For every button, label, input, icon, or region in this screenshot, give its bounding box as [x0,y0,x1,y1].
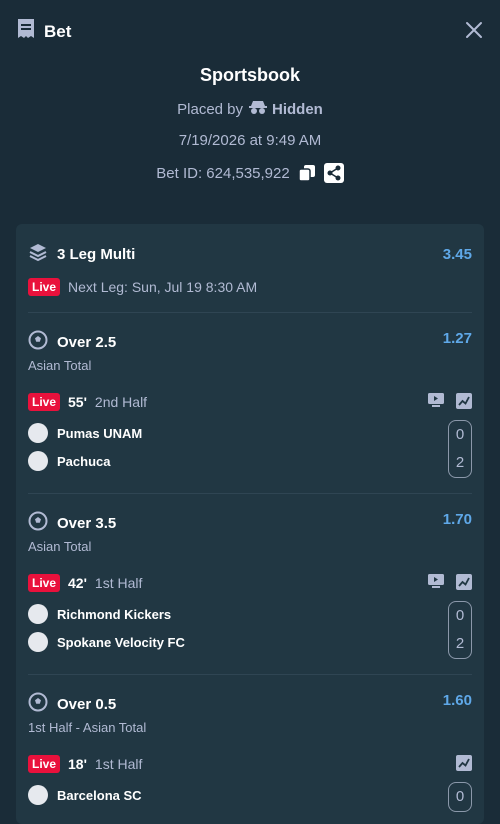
live-stream-icon[interactable] [428,393,444,414]
team-row: Spokane Velocity FC [28,632,185,652]
team-score: 0 [455,426,465,443]
live-badge: Live [28,755,61,773]
modal-title-group: Bet [16,18,71,45]
leg-market: Over 3.5 [28,511,116,535]
team-name: Pachuca [57,453,111,469]
stats-chart-icon[interactable] [456,393,472,414]
team-score: 0 [455,788,465,805]
soccer-ball-icon [28,511,48,535]
modal-title: Bet [44,21,72,41]
leg-odds: 1.60 [442,692,472,709]
team-name: Richmond Kickers [57,606,172,622]
leg-sub-market: Asian Total [28,358,92,373]
leg-status: Live 42' 1st Half [28,574,142,592]
team-name: Spokane Velocity FC [57,634,185,650]
divider [28,493,472,494]
leg-market: Over 2.5 [28,330,116,354]
live-badge: Live [28,393,61,411]
modal-header: Bet [0,0,500,60]
team-score: 0 [455,607,465,624]
live-stream-icon[interactable] [428,574,444,595]
team-logo [28,451,48,471]
team-logo [28,785,48,805]
live-badge: Live [28,278,61,296]
divider [28,312,472,313]
divider [28,674,472,675]
leg-odds: 1.27 [442,330,472,347]
leg-market: Over 0.5 [28,692,116,716]
leg-3[interactable]: Over 0.5 1.60 1st Half - Asian Total Liv… [16,684,484,824]
close-icon[interactable] [464,20,484,40]
leg-market-name: Over 3.5 [57,514,117,532]
team-logo [28,604,48,624]
bet-slip-icon [16,18,36,45]
bet-card: 3 Leg Multi 3.45 Live Next Leg: Sun, Jul… [16,224,484,824]
sportsbook-title: Sportsbook [199,65,300,85]
team-row: Barcelona SC [28,785,142,805]
multi-odds: 3.45 [442,245,472,263]
multi-header: 3 Leg Multi 3.45 [28,242,472,266]
team-name: Barcelona SC [57,787,142,803]
scoreboard: 0 2 [448,601,472,659]
leg-market-name: Over 0.5 [57,695,117,713]
leg-1[interactable]: Over 2.5 1.27 Asian Total Live 55' 2nd H… [16,322,484,503]
leg-sub-market: Asian Total [28,539,92,554]
bet-id: Bet ID: 624,535,922 [156,164,290,182]
leg-tools [428,574,472,595]
leg-2[interactable]: Over 3.5 1.70 Asian Total Live 42' 1st H… [16,503,484,684]
placed-by-label: Placed by [177,100,244,118]
soccer-ball-icon [28,692,48,716]
match-half: 2nd Half [94,394,148,410]
soccer-ball-icon [28,330,48,354]
stats-chart-icon[interactable] [456,755,472,776]
leg-tools [428,393,472,414]
stats-chart-icon[interactable] [456,574,472,595]
bet-date: 7/19/2026 at 9:49 AM [178,132,322,149]
placed-by: Placed by Hidden [0,99,500,119]
team-score: 2 [455,635,465,652]
team-row: Pumas UNAM [28,423,142,443]
match-half: 1st Half [94,575,143,591]
leg-status: Live 18' 1st Half [28,755,142,773]
live-badge: Live [28,574,61,592]
copy-icon[interactable] [297,164,316,182]
team-score: 2 [455,454,465,471]
leg-odds: 1.70 [442,511,472,528]
next-leg-text: Next Leg: Sun, Jul 19 8:30 AM [68,279,258,295]
leg-tools [456,755,472,776]
match-minute: 42' [68,575,87,591]
leg-market-name: Over 2.5 [57,333,117,351]
team-logo [28,423,48,443]
hidden-user-label: Hidden [272,100,323,118]
hidden-user: Hidden [249,99,323,119]
layers-icon [28,242,48,266]
share-icon[interactable] [323,163,344,183]
leg-sub-market: 1st Half - Asian Total [28,720,147,735]
next-leg-row: Live Next Leg: Sun, Jul 19 8:30 AM [28,278,472,296]
scoreboard: 0 2 [448,420,472,478]
match-minute: 55' [68,394,87,410]
multi-title: 3 Leg Multi [57,245,136,263]
match-half: 1st Half [94,756,143,772]
leg-status: Live 55' 2nd Half [28,393,147,411]
incognito-icon [249,99,268,119]
team-row: Richmond Kickers [28,604,171,624]
match-minute: 18' [68,756,87,772]
scoreboard: 0 [448,782,472,812]
bet-id-row: Bet ID: 624,535,922 [0,163,500,183]
team-row: Pachuca [28,451,110,471]
team-logo [28,632,48,652]
team-name: Pumas UNAM [57,425,143,441]
